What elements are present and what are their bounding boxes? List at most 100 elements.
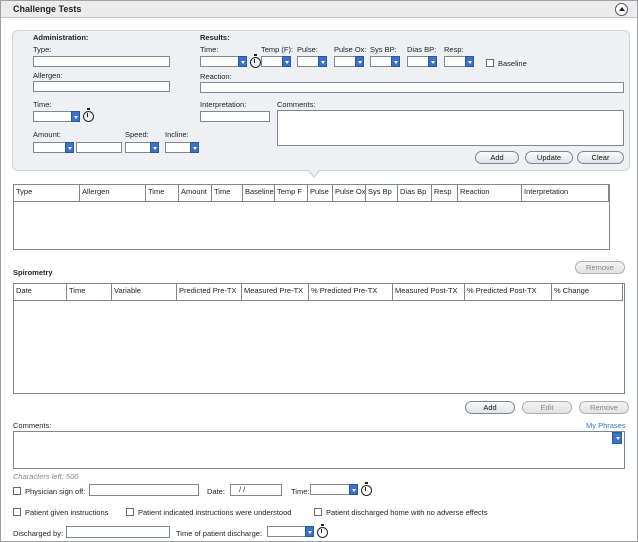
spirometry-title: Spirometry bbox=[13, 268, 53, 277]
discharged-by-label: Discharged by: bbox=[13, 529, 64, 538]
column-header[interactable]: % Predicted Pre-TX bbox=[309, 284, 393, 300]
discharge-time-label: Time of patient discharge: bbox=[176, 529, 263, 538]
chevron-down-icon[interactable] bbox=[71, 111, 80, 122]
column-header[interactable]: Interpretation bbox=[522, 185, 609, 201]
interpretation-input[interactable] bbox=[200, 111, 270, 122]
signoff-time-dropdown[interactable] bbox=[310, 484, 358, 495]
column-header[interactable]: Pulse bbox=[308, 185, 333, 201]
incline-dropdown[interactable] bbox=[165, 142, 199, 153]
comments-label: Comments: bbox=[13, 421, 52, 430]
resp-dropdown[interactable] bbox=[444, 56, 474, 67]
pulse-ox-dropdown[interactable] bbox=[334, 56, 364, 67]
signoff-time-label: Time: bbox=[291, 487, 310, 496]
column-header[interactable]: Allergen bbox=[80, 185, 146, 201]
pulse-label: Pulse: bbox=[297, 45, 318, 54]
column-header[interactable]: Time bbox=[212, 185, 243, 201]
chevron-down-icon[interactable] bbox=[428, 56, 437, 67]
title-bar: Challenge Tests bbox=[1, 1, 637, 18]
instructions-understood-checkbox[interactable] bbox=[126, 508, 134, 516]
window-title: Challenge Tests bbox=[13, 4, 82, 14]
type-input[interactable] bbox=[33, 56, 170, 67]
update-result-button[interactable]: Update bbox=[525, 151, 573, 164]
results-table[interactable]: Type Allergen Time Amount Time Baseline … bbox=[13, 184, 610, 250]
pulse-dropdown[interactable] bbox=[297, 56, 327, 67]
my-phrases-link[interactable]: My Phrases bbox=[586, 421, 626, 430]
admin-time-label: Time: bbox=[33, 100, 52, 109]
chevron-down-icon[interactable] bbox=[305, 526, 314, 537]
amount-input[interactable] bbox=[76, 142, 122, 153]
pulse-ox-label: Pulse Ox: bbox=[334, 45, 367, 54]
reaction-label: Reaction: bbox=[200, 72, 232, 81]
dias-bp-dropdown[interactable] bbox=[407, 56, 437, 67]
spirometry-add-button[interactable]: Add bbox=[465, 401, 515, 414]
clock-icon[interactable] bbox=[317, 524, 328, 538]
instructions-given-checkbox[interactable] bbox=[13, 508, 21, 516]
temp-dropdown[interactable] bbox=[261, 56, 291, 67]
results-time-label: Time: bbox=[200, 45, 219, 54]
clock-icon[interactable] bbox=[83, 108, 94, 122]
column-header[interactable]: Dias Bp bbox=[398, 185, 432, 201]
chevron-down-icon[interactable] bbox=[391, 56, 400, 67]
column-header[interactable]: Variable bbox=[112, 284, 177, 300]
panel-pointer bbox=[307, 169, 321, 178]
chevron-down-icon[interactable] bbox=[318, 56, 327, 67]
spirometry-remove-top-button[interactable]: Remove bbox=[575, 261, 625, 274]
column-header[interactable]: Sys Bp bbox=[366, 185, 398, 201]
chevron-down-icon[interactable] bbox=[65, 142, 74, 153]
amount-unit-dropdown[interactable] bbox=[33, 142, 74, 153]
phrase-dropdown-icon[interactable] bbox=[612, 432, 622, 444]
chevron-down-icon[interactable] bbox=[282, 56, 291, 67]
column-header[interactable]: Measured Post-TX bbox=[393, 284, 465, 300]
chevron-down-icon[interactable] bbox=[465, 56, 474, 67]
discharged-home-label: Patient discharged home with no adverse … bbox=[326, 508, 488, 517]
clear-result-button[interactable]: Clear bbox=[577, 151, 624, 164]
chevron-down-icon[interactable] bbox=[355, 56, 364, 67]
results-time-dropdown[interactable] bbox=[200, 56, 247, 67]
baseline-checkbox[interactable] bbox=[486, 59, 494, 67]
physician-signoff-checkbox[interactable] bbox=[13, 487, 21, 495]
admin-time-dropdown[interactable] bbox=[33, 111, 80, 122]
clock-icon[interactable] bbox=[361, 482, 372, 496]
clock-icon[interactable] bbox=[250, 54, 261, 68]
column-header[interactable]: Date bbox=[14, 284, 67, 300]
discharged-home-checkbox[interactable] bbox=[314, 508, 322, 516]
instructions-given-label: Patient given instructions bbox=[25, 508, 109, 517]
results-comments-label: Comments: bbox=[277, 100, 316, 109]
column-header[interactable]: % Predicted Post-TX bbox=[465, 284, 552, 300]
interpretation-label: Interpretation: bbox=[200, 100, 247, 109]
spirometry-remove-button[interactable]: Remove bbox=[579, 401, 629, 414]
allergen-input[interactable] bbox=[33, 81, 170, 92]
spirometry-table[interactable]: Date Time Variable Predicted Pre-TX Meas… bbox=[13, 283, 625, 394]
column-header[interactable]: Resp bbox=[432, 185, 458, 201]
column-header[interactable]: Time bbox=[67, 284, 112, 300]
resp-label: Resp: bbox=[444, 45, 464, 54]
column-header[interactable]: Type bbox=[14, 185, 80, 201]
column-header[interactable]: Measured Pre-TX bbox=[242, 284, 309, 300]
date-input[interactable]: / / bbox=[230, 484, 282, 496]
column-header[interactable]: Time bbox=[146, 185, 179, 201]
discharge-time-dropdown[interactable] bbox=[267, 526, 314, 537]
results-table-header: Type Allergen Time Amount Time Baseline … bbox=[14, 185, 609, 202]
date-label: Date: bbox=[207, 487, 225, 496]
discharged-by-input[interactable] bbox=[66, 526, 170, 538]
add-result-button[interactable]: Add bbox=[475, 151, 519, 164]
column-header[interactable]: Predicted Pre-TX bbox=[177, 284, 242, 300]
chevron-down-icon[interactable] bbox=[190, 142, 199, 153]
spirometry-edit-button[interactable]: Edit bbox=[522, 401, 572, 414]
comments-textarea[interactable] bbox=[13, 431, 625, 469]
column-header[interactable]: % Change bbox=[552, 284, 623, 300]
chevron-down-icon[interactable] bbox=[238, 56, 247, 67]
column-header[interactable]: Amount bbox=[179, 185, 212, 201]
column-header[interactable]: Pulse Ox bbox=[333, 185, 366, 201]
results-comments-textarea[interactable] bbox=[277, 110, 624, 146]
column-header[interactable]: Reaction bbox=[458, 185, 522, 201]
sys-bp-dropdown[interactable] bbox=[370, 56, 400, 67]
reaction-input[interactable] bbox=[200, 82, 624, 93]
speed-dropdown[interactable] bbox=[125, 142, 159, 153]
collapse-up-icon[interactable] bbox=[615, 3, 628, 16]
column-header[interactable]: Temp F bbox=[275, 185, 308, 201]
chevron-down-icon[interactable] bbox=[349, 484, 358, 495]
column-header[interactable]: Baseline bbox=[243, 185, 275, 201]
physician-signoff-input[interactable] bbox=[89, 484, 199, 496]
chevron-down-icon[interactable] bbox=[150, 142, 159, 153]
